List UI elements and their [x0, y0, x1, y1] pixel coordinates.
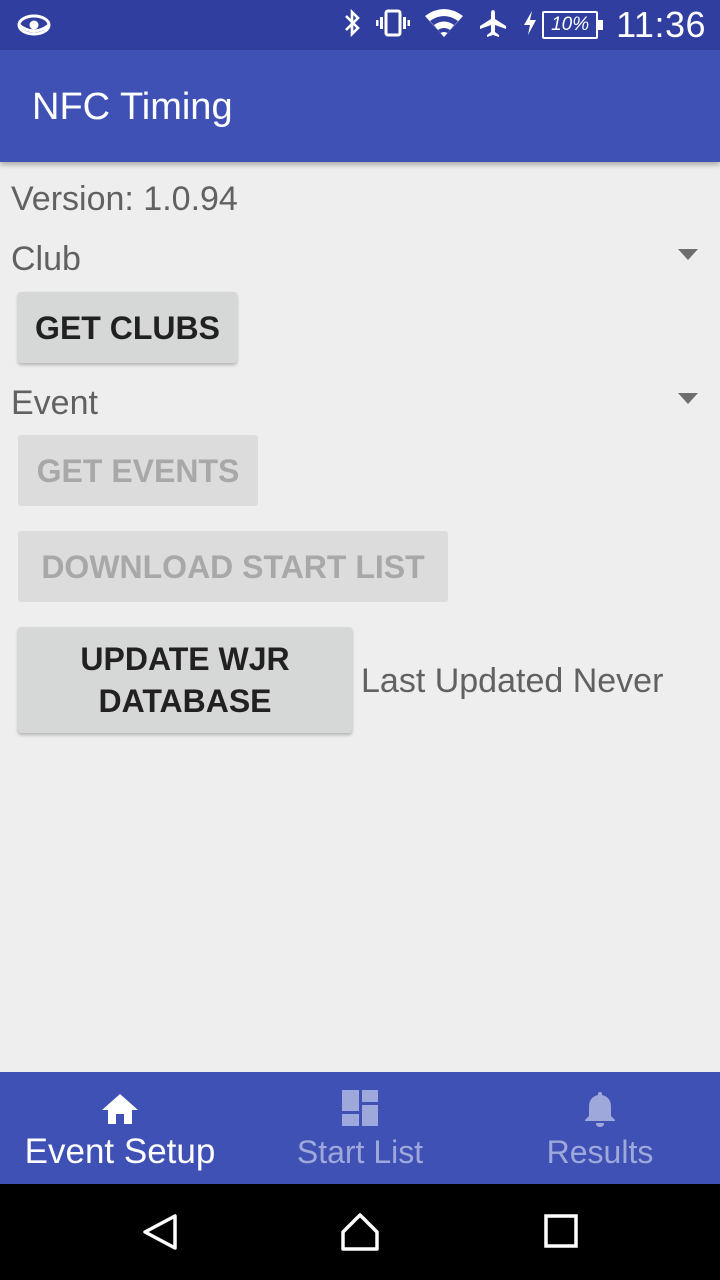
dashboard-icon	[340, 1088, 380, 1128]
status-clock: 11:36	[616, 4, 706, 45]
status-bar: 10% 11:36	[0, 0, 720, 50]
event-setup-content: Version: 1.0.94 Club GET CLUBS Event GET…	[0, 162, 720, 1072]
download-start-list-button[interactable]: DOWNLOAD START LIST	[18, 531, 448, 602]
vibrate-icon	[376, 8, 411, 43]
home-nav-icon[interactable]	[340, 1212, 380, 1252]
battery-icon: 10%	[542, 11, 604, 39]
battery-level: 10%	[551, 14, 590, 35]
nav-label-event-setup: Event Setup	[24, 1132, 216, 1171]
get-clubs-button[interactable]: GET CLUBS	[18, 292, 237, 363]
system-navigation-bar	[0, 1184, 720, 1280]
airplane-icon	[478, 8, 508, 43]
nav-tab-results[interactable]: Results	[480, 1072, 720, 1184]
app-title: NFC Timing	[32, 86, 233, 128]
event-dropdown-arrow-icon[interactable]	[678, 393, 698, 404]
update-button-line-1: UPDATE WJR	[80, 641, 290, 677]
update-wjr-database-button[interactable]: UPDATE WJR DATABASE	[18, 627, 352, 733]
wifi-icon	[424, 8, 464, 43]
club-spinner-label[interactable]: Club	[11, 240, 81, 279]
version-label: Version: 1.0.94	[11, 180, 238, 218]
eye-icon	[16, 10, 56, 40]
nav-label-results: Results	[546, 1134, 654, 1170]
nav-tab-event-setup[interactable]: Event Setup	[0, 1072, 240, 1184]
back-icon[interactable]	[140, 1212, 180, 1252]
get-events-button[interactable]: GET EVENTS	[18, 435, 258, 506]
home-icon	[100, 1088, 140, 1128]
bottom-navigation: Event Setup Start List Results	[0, 1072, 720, 1184]
nav-label-start-list: Start List	[296, 1134, 424, 1170]
club-dropdown-arrow-icon[interactable]	[678, 249, 698, 260]
charging-icon	[522, 10, 538, 41]
recents-icon[interactable]	[542, 1212, 582, 1252]
update-button-line-2: DATABASE	[98, 683, 272, 719]
app-bar: NFC Timing	[0, 50, 720, 162]
bluetooth-icon	[342, 8, 362, 43]
nav-tab-start-list[interactable]: Start List	[240, 1072, 480, 1184]
last-updated-text: Last Updated Never	[361, 662, 664, 700]
bell-icon	[580, 1088, 620, 1128]
event-spinner-label[interactable]: Event	[11, 384, 98, 423]
